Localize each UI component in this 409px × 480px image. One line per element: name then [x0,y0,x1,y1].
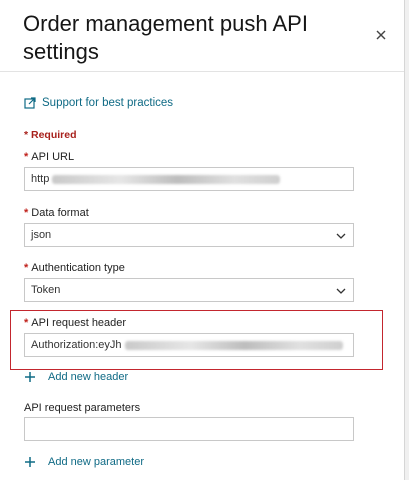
settings-panel: Order management push API settings Suppo… [0,0,405,480]
api-request-header-input[interactable]: Authorization:eyJh [24,333,354,357]
data-format-select[interactable]: json [24,223,354,247]
data-format-value: json [31,229,52,241]
auth-type-label: * Authentication type [24,262,125,274]
auth-type-value: Token [31,284,61,296]
plus-icon [25,457,35,467]
panel-header: Order management push API settings [0,0,404,72]
add-header-label: Add new header [48,371,129,383]
add-header-button[interactable]: Add new header [24,371,128,383]
support-link-label: Support for best practices [42,97,174,109]
chevron-down-icon [336,233,346,239]
external-link-icon [24,97,36,109]
required-note: * Required [24,129,77,141]
required-star: * [24,262,29,274]
support-link[interactable]: Support for best practices [24,97,173,109]
api-request-header-label: * API request header [24,317,127,329]
required-star: * [24,317,29,329]
required-star: * [24,151,29,163]
plus-icon [25,372,35,382]
add-parameter-button[interactable]: Add new parameter [24,456,144,468]
chevron-down-icon [336,288,346,294]
redacted-value [52,174,281,184]
api-url-value: http [31,173,50,185]
auth-type-select[interactable]: Token [24,278,354,302]
api-url-label: * API URL [24,151,75,163]
api-request-parameters-label: API request parameters [24,402,141,414]
api-request-header-value: Authorization:eyJh [31,339,122,351]
data-format-label: * Data format [24,207,89,219]
api-request-parameters-input[interactable] [24,417,354,441]
required-star: * [24,207,29,219]
panel-title: Order management push API settings [23,11,308,64]
redacted-value [124,340,343,350]
add-parameter-label: Add new parameter [48,456,144,468]
api-url-input[interactable]: http [24,167,354,191]
close-icon[interactable] [372,26,390,44]
